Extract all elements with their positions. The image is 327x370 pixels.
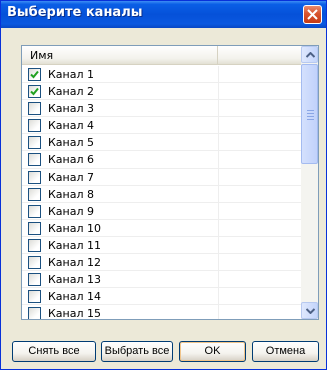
column-separator <box>218 219 219 236</box>
vertical-scrollbar[interactable] <box>301 46 318 319</box>
title-bar[interactable]: Выберите каналы <box>1 1 326 28</box>
column-separator <box>218 271 219 288</box>
channel-label: Канал 8 <box>48 187 95 201</box>
arrow-down-icon <box>306 308 315 314</box>
select-channels-dialog: Выберите каналы Имя Канал 1 Канал 2 Канал … <box>0 0 327 370</box>
ok-button[interactable]: OK <box>179 341 246 362</box>
channel-checkbox[interactable] <box>28 102 41 116</box>
channel-checkbox[interactable] <box>28 170 41 184</box>
channel-checkbox[interactable] <box>28 307 41 319</box>
channel-checkbox[interactable] <box>28 290 41 304</box>
thumb-grip <box>307 110 314 111</box>
thumb-grip <box>307 116 314 117</box>
scrollbar-thumb[interactable] <box>301 64 318 164</box>
channel-list: Имя Канал 1 Канал 2 Канал 3 Канал 4 Канал 5К… <box>21 45 319 320</box>
thumb-grip <box>307 119 314 120</box>
channel-label: Канал 10 <box>48 221 102 235</box>
channel-label: Канал 2 <box>48 85 95 99</box>
channel-checkbox[interactable] <box>28 85 41 99</box>
column-separator <box>218 236 219 254</box>
list-header: Имя <box>22 46 302 65</box>
list-item[interactable]: Канал 8 <box>22 185 302 203</box>
column-separator <box>218 134 219 151</box>
thumb-grip <box>307 113 314 114</box>
list-item[interactable]: Канал 11 <box>22 236 302 255</box>
column-separator <box>218 66 219 83</box>
channel-checkbox[interactable] <box>28 273 41 287</box>
list-item[interactable]: Канал 10 <box>22 219 302 237</box>
column-separator <box>218 117 219 134</box>
list-item[interactable]: Канал 15 <box>22 305 302 320</box>
column-separator <box>218 288 219 305</box>
dialog-title: Выберите каналы <box>7 5 143 20</box>
list-item[interactable]: Канал 7 <box>22 168 302 186</box>
list-item[interactable]: Канал 9 <box>22 202 302 220</box>
channel-label: Канал 9 <box>48 204 95 218</box>
channel-label: Канал 5 <box>48 136 95 150</box>
channel-checkbox[interactable] <box>28 68 41 81</box>
deselect-all-button[interactable]: Снять все <box>12 341 96 362</box>
column-separator <box>218 254 219 271</box>
column-separator <box>218 305 219 319</box>
column-separator <box>218 100 219 117</box>
channel-checkbox[interactable] <box>28 238 41 252</box>
list-item[interactable]: Канал 1 <box>22 66 302 84</box>
arrow-up-icon <box>306 52 315 58</box>
channel-checkbox[interactable] <box>28 204 41 218</box>
scroll-up-button[interactable] <box>301 46 318 63</box>
list-item[interactable]: Канал 3 <box>22 100 302 118</box>
channel-label: Канал 7 <box>48 170 95 184</box>
close-button[interactable] <box>303 5 322 24</box>
list-item[interactable]: Канал 12 <box>22 254 302 272</box>
select-all-button[interactable]: Выбрать все <box>101 341 173 362</box>
channel-checkbox[interactable] <box>28 153 41 167</box>
channel-label: Канал 15 <box>48 307 102 320</box>
channel-label: Канал 3 <box>48 102 95 116</box>
channel-checkbox[interactable] <box>28 119 41 133</box>
channel-checkbox[interactable] <box>28 256 41 270</box>
scroll-down-button[interactable] <box>301 302 318 319</box>
list-item[interactable]: Канал 2 <box>22 83 302 101</box>
channel-label: Канал 13 <box>48 273 102 287</box>
channel-label: Канал 14 <box>48 290 102 304</box>
list-item[interactable]: Канал 4 <box>22 117 302 135</box>
channel-checkbox[interactable] <box>28 136 41 150</box>
channel-label: Канал 11 <box>48 238 102 252</box>
column-header-name[interactable]: Имя <box>22 46 218 64</box>
channel-rows: Канал 1 Канал 2 Канал 3 Канал 4 Канал 5 Канал… <box>22 66 302 320</box>
channel-checkbox[interactable] <box>28 221 41 235</box>
channel-label: Канал 12 <box>48 256 102 270</box>
channel-label: Канал 6 <box>48 153 95 167</box>
column-header-label: Имя <box>30 49 54 62</box>
channel-label: Канал 4 <box>48 119 95 133</box>
cancel-button[interactable]: Отмена <box>252 341 319 362</box>
column-separator <box>218 202 219 219</box>
list-item[interactable]: Канал 14 <box>22 288 302 306</box>
list-item[interactable]: Канал 6 <box>22 151 302 169</box>
channel-label: Канал 1 <box>48 68 95 81</box>
checkmark-icon <box>30 70 39 79</box>
column-separator <box>218 168 219 185</box>
column-separator <box>218 83 219 100</box>
column-separator <box>218 151 219 168</box>
column-separator <box>218 185 219 202</box>
checkmark-icon <box>30 87 39 96</box>
list-item[interactable]: Канал 13 <box>22 271 302 289</box>
close-icon <box>307 9 318 20</box>
channel-checkbox[interactable] <box>28 187 41 201</box>
list-item[interactable]: Канал 5 <box>22 134 302 152</box>
